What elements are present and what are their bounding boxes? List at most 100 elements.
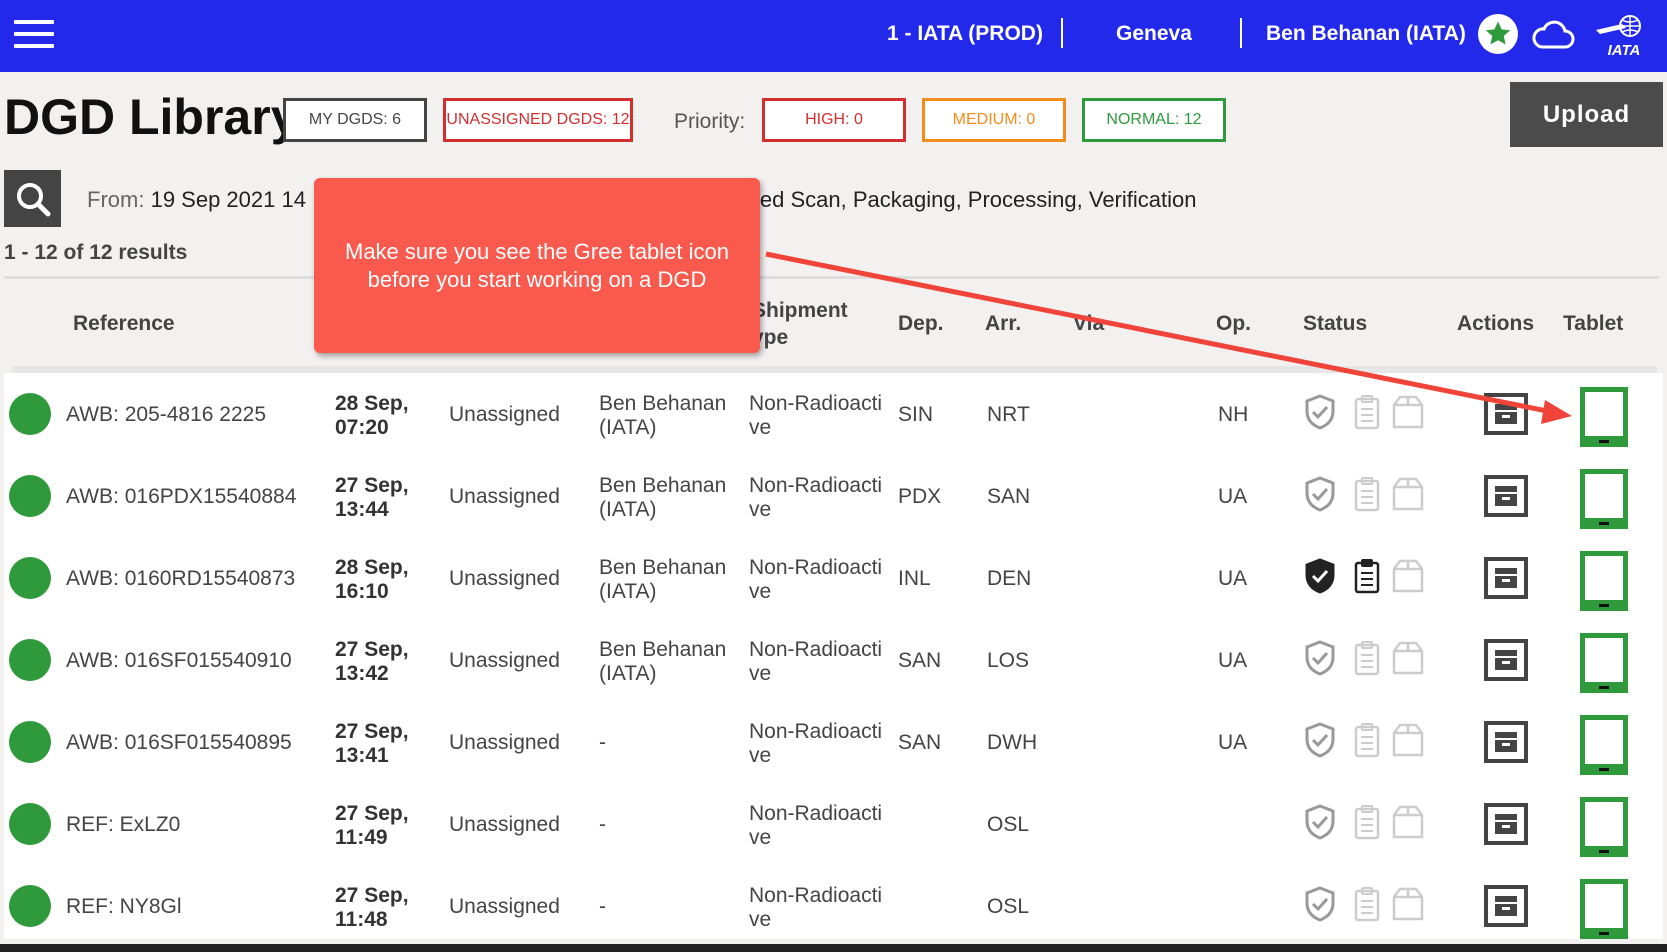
reference-cell[interactable]: AWB: 0160RD15540873 xyxy=(66,567,295,591)
search-icon xyxy=(16,182,50,216)
assignee-cell: Unassigned xyxy=(449,731,560,754)
tablet-icon[interactable] xyxy=(1578,631,1630,695)
archive-icon[interactable] xyxy=(1483,556,1529,600)
dep-cell: SIN xyxy=(898,403,934,426)
user-label[interactable]: Ben Behanan (IATA) xyxy=(1266,22,1466,46)
shipment-type-cell: Non-Radioacti ve xyxy=(749,802,883,849)
shield-check-icon xyxy=(1305,558,1335,594)
reference-cell[interactable]: AWB: 205-4816 2225 xyxy=(66,403,266,427)
col-header-dep[interactable]: Dep. xyxy=(898,310,944,337)
shipment-type-cell: Non-Radioacti ve xyxy=(749,474,883,521)
owner-cell: Ben Behanan (IATA) xyxy=(599,638,727,685)
box-icon xyxy=(1392,395,1424,429)
table-row[interactable]: AWB: 016SF015540895 27 Sep, 13:41 Unassig… xyxy=(4,701,1663,783)
shield-check-icon xyxy=(1305,722,1335,758)
tablet-icon[interactable] xyxy=(1578,385,1630,449)
priority-high-badge[interactable]: HIGH: 0 xyxy=(762,98,906,142)
status-dot xyxy=(9,885,51,927)
clipboard-icon xyxy=(1354,559,1380,594)
archive-icon[interactable] xyxy=(1483,802,1529,846)
owner-cell: Ben Behanan (IATA) xyxy=(599,392,727,439)
my-dgds-badge[interactable]: MY DGDS: 6 xyxy=(283,98,427,142)
col-header-shipment-type-line2: ype xyxy=(752,326,789,349)
shipment-type-cell: Non-Radioacti ve xyxy=(749,392,883,439)
date-filter[interactable]: From: 19 Sep 2021 14 xyxy=(87,187,306,213)
tablet-icon[interactable] xyxy=(1578,549,1630,613)
table-row[interactable]: AWB: 016SF015540910 27 Sep, 13:42 Unassig… xyxy=(4,619,1663,701)
arr-cell: OSL xyxy=(987,895,1030,918)
table-row[interactable]: AWB: 016PDX15540884 27 Sep, 13:44 Unassig… xyxy=(4,455,1663,537)
shield-check-icon xyxy=(1305,394,1335,430)
status-dot xyxy=(9,475,51,517)
arr-cell: LOS xyxy=(987,649,1030,672)
archive-icon[interactable] xyxy=(1483,720,1529,764)
location-label[interactable]: Geneva xyxy=(1116,22,1192,46)
page-title: DGD Library xyxy=(4,89,299,145)
assignee-cell: Unassigned xyxy=(449,649,560,672)
tablet-icon[interactable] xyxy=(1578,877,1630,941)
date-cell: 27 Sep, 11:48 xyxy=(335,884,409,931)
assignee-cell: Unassigned xyxy=(449,485,560,508)
clipboard-icon xyxy=(1354,723,1380,758)
clipboard-icon xyxy=(1354,641,1380,676)
archive-icon[interactable] xyxy=(1483,884,1529,928)
annotation-callout: Make sure you see the Gree tablet icon b… xyxy=(314,178,760,353)
stage-filter[interactable]: led Scan, Packaging, Processing, Verific… xyxy=(755,187,1196,213)
tablet-icon[interactable] xyxy=(1578,713,1630,777)
environment-label[interactable]: 1 - IATA (PROD) xyxy=(887,22,1043,46)
owner-cell: - xyxy=(599,895,606,918)
col-header-op[interactable]: Op. xyxy=(1216,310,1251,337)
bottom-bar xyxy=(0,944,1667,952)
shipment-type-cell: Non-Radioacti ve xyxy=(749,720,883,767)
status-dot xyxy=(9,639,51,681)
col-header-reference[interactable]: Reference xyxy=(73,310,175,337)
dep-cell: PDX xyxy=(898,485,942,508)
table-row[interactable]: REF: ExLZ0 27 Sep, 11:49 Unassigned - Non… xyxy=(4,783,1663,865)
status-dot xyxy=(9,803,51,845)
date-cell: 28 Sep, 07:20 xyxy=(335,392,409,439)
results-count: 1 - 12 of 12 results xyxy=(4,241,188,264)
archive-icon[interactable] xyxy=(1483,474,1529,518)
iata-logo: IATA xyxy=(1596,15,1641,58)
clipboard-icon xyxy=(1354,477,1380,512)
priority-medium-badge[interactable]: MEDIUM: 0 xyxy=(922,98,1066,142)
reference-cell[interactable]: REF: ExLZ0 xyxy=(66,813,180,837)
owner-cell: - xyxy=(599,731,606,754)
table-row[interactable]: REF: NY8Gl 27 Sep, 11:48 Unassigned - Non… xyxy=(4,865,1663,947)
owner-cell: - xyxy=(599,813,606,836)
star-icon[interactable] xyxy=(1478,14,1518,54)
col-header-via[interactable]: Via xyxy=(1073,310,1104,337)
arr-cell: NRT xyxy=(987,403,1030,426)
upload-button[interactable]: Upload xyxy=(1510,82,1663,147)
tablet-icon[interactable] xyxy=(1578,795,1630,859)
op-cell: NH xyxy=(1218,403,1249,426)
divider xyxy=(1240,18,1242,48)
cloud-icon[interactable] xyxy=(1531,17,1575,53)
reference-cell[interactable]: AWB: 016SF015540910 xyxy=(66,649,292,673)
col-header-tablet: Tablet xyxy=(1563,312,1624,335)
unassigned-dgds-badge[interactable]: UNASSIGNED DGDS: 12 xyxy=(443,98,633,142)
status-dot xyxy=(9,393,51,435)
reference-cell[interactable]: REF: NY8Gl xyxy=(66,895,182,919)
arr-cell: DWH xyxy=(987,731,1038,754)
shield-check-icon xyxy=(1305,476,1335,512)
col-header-actions: Actions xyxy=(1457,312,1535,335)
search-button[interactable] xyxy=(4,170,61,227)
priority-label: Priority: xyxy=(674,110,746,133)
table-row[interactable]: AWB: 0160RD15540873 28 Sep, 16:10 Unassig… xyxy=(4,537,1663,619)
svg-text:IATA: IATA xyxy=(1608,42,1641,58)
date-cell: 27 Sep, 13:41 xyxy=(335,720,409,767)
reference-cell[interactable]: AWB: 016PDX15540884 xyxy=(66,485,296,509)
reference-cell[interactable]: AWB: 016SF015540895 xyxy=(66,731,292,755)
from-value: 19 Sep 2021 14 xyxy=(150,187,306,212)
archive-icon[interactable] xyxy=(1483,392,1529,436)
menu-icon[interactable] xyxy=(14,20,54,50)
col-header-arr[interactable]: Arr. xyxy=(985,310,1021,337)
table-row[interactable]: AWB: 205-4816 2225 28 Sep, 07:20 Unassign… xyxy=(4,373,1663,455)
archive-icon[interactable] xyxy=(1483,638,1529,682)
from-label: From: xyxy=(87,187,145,212)
tablet-icon[interactable] xyxy=(1578,467,1630,531)
priority-normal-badge[interactable]: NORMAL: 12 xyxy=(1082,98,1226,142)
col-header-shipment-type[interactable]: Shipment ype xyxy=(752,297,848,351)
shipment-type-cell: Non-Radioacti ve xyxy=(749,556,883,603)
